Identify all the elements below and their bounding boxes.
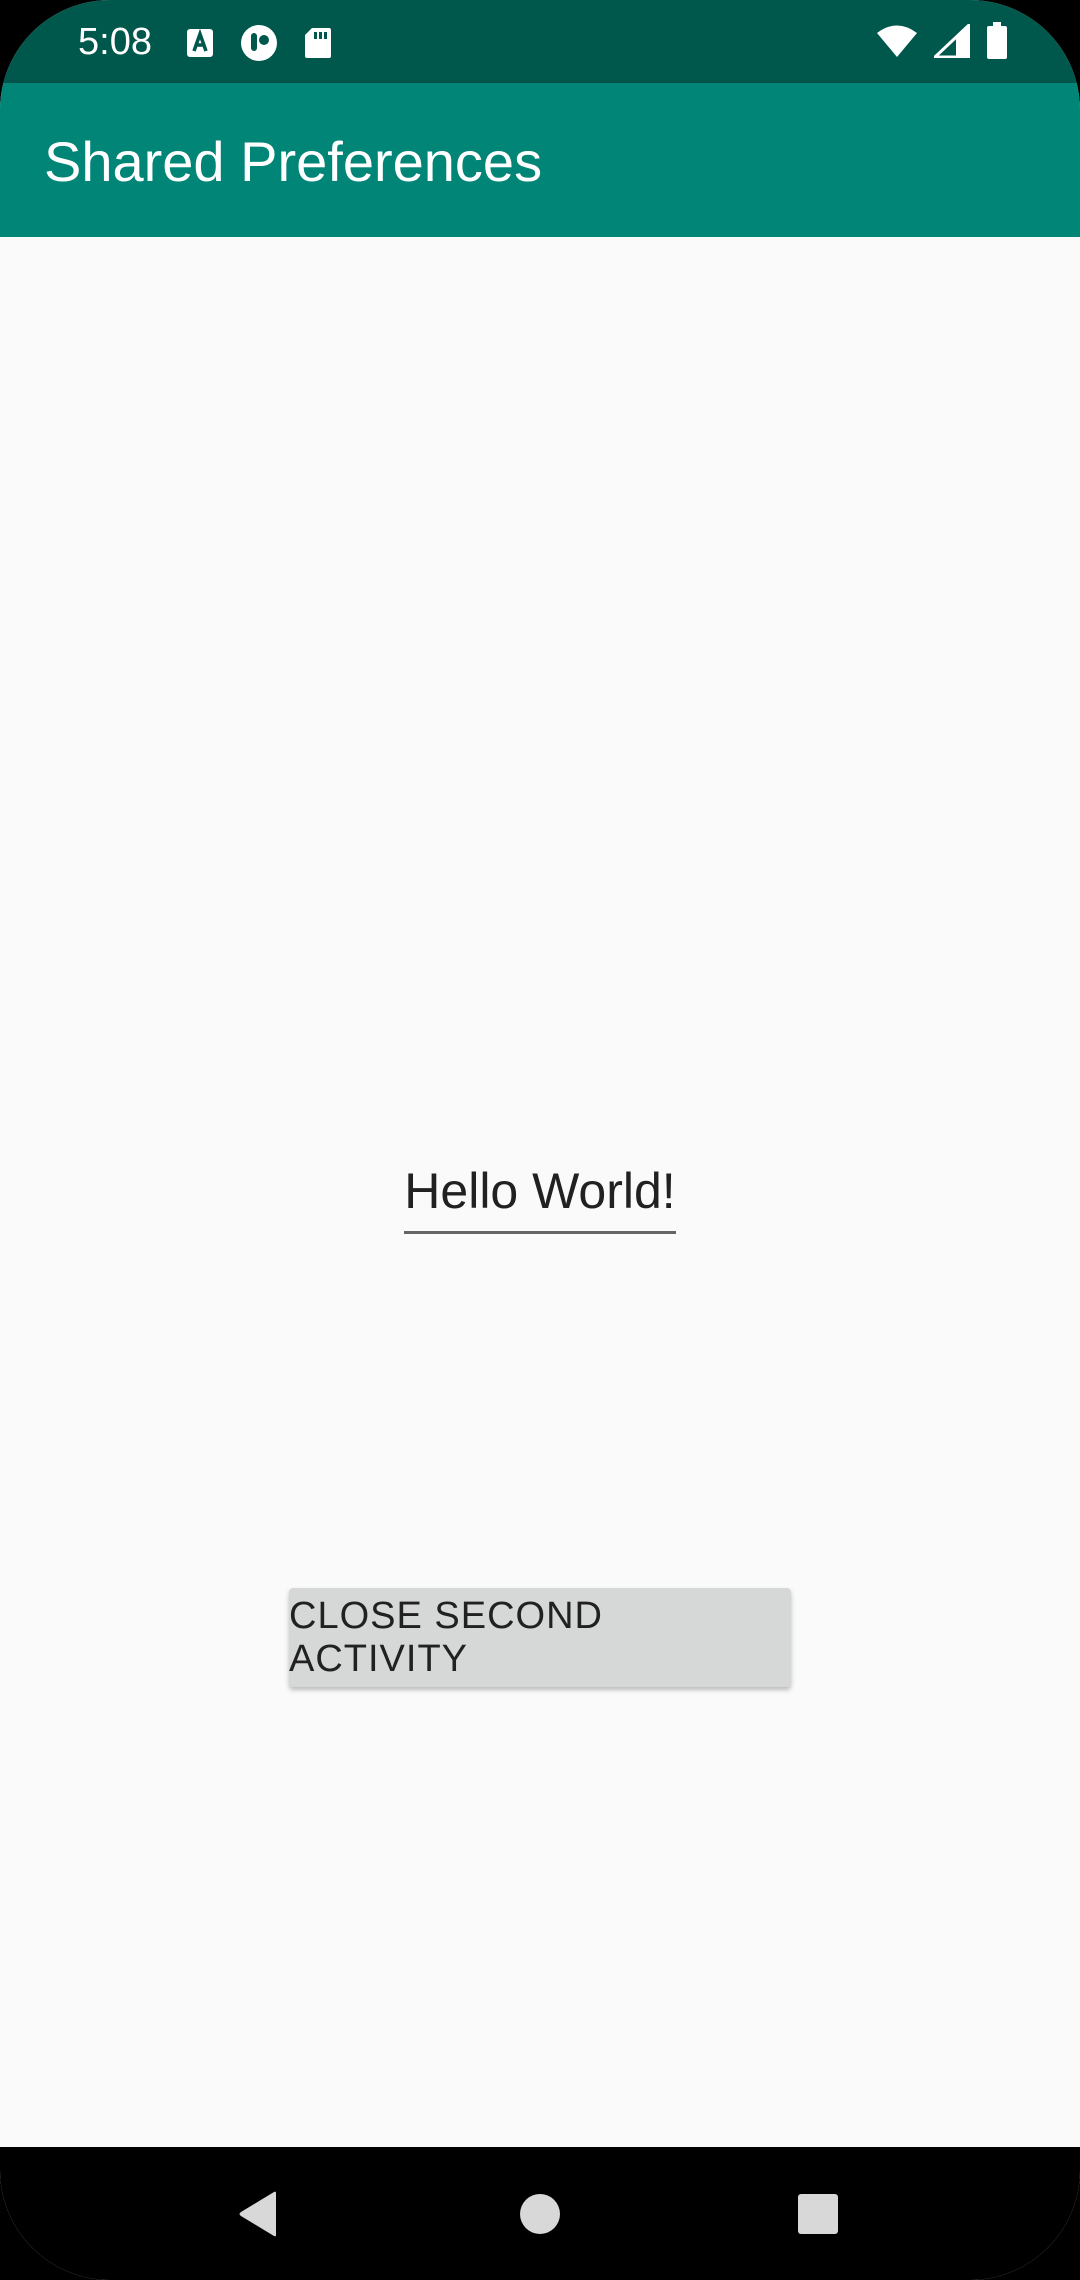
- home-button[interactable]: [495, 2169, 585, 2259]
- recents-button[interactable]: [773, 2169, 863, 2259]
- back-icon: [236, 2190, 280, 2238]
- wifi-icon: [876, 24, 918, 58]
- device-screen: 5:08 Shared Preferences Hello World! CLO…: [0, 0, 1080, 2280]
- battery-icon: [986, 22, 1008, 60]
- main-content: Hello World! CLOSE SECOND ACTIVITY: [0, 237, 1080, 2147]
- status-time: 5:08: [78, 21, 152, 63]
- close-second-activity-button[interactable]: CLOSE SECOND ACTIVITY: [289, 1588, 791, 1687]
- app-bar: Shared Preferences: [0, 83, 1080, 237]
- sd-card-icon: [304, 27, 332, 59]
- hello-edit-field[interactable]: Hello World!: [404, 1161, 676, 1234]
- back-button[interactable]: [213, 2169, 303, 2259]
- page-title: Shared Preferences: [44, 130, 543, 193]
- recents-icon: [797, 2193, 839, 2235]
- status-bar: 5:08: [0, 0, 1080, 83]
- close-button-label: CLOSE SECOND ACTIVITY: [289, 1594, 603, 1680]
- home-icon: [519, 2193, 561, 2235]
- circle-logo-icon: [240, 24, 278, 62]
- edit-field-text: Hello World!: [404, 1163, 676, 1219]
- navigation-bar: [0, 2147, 1080, 2280]
- cell-signal-icon: [934, 24, 970, 58]
- status-right-icons: [876, 22, 1008, 60]
- status-left-icons: [186, 24, 332, 62]
- font-a-icon: [186, 28, 214, 58]
